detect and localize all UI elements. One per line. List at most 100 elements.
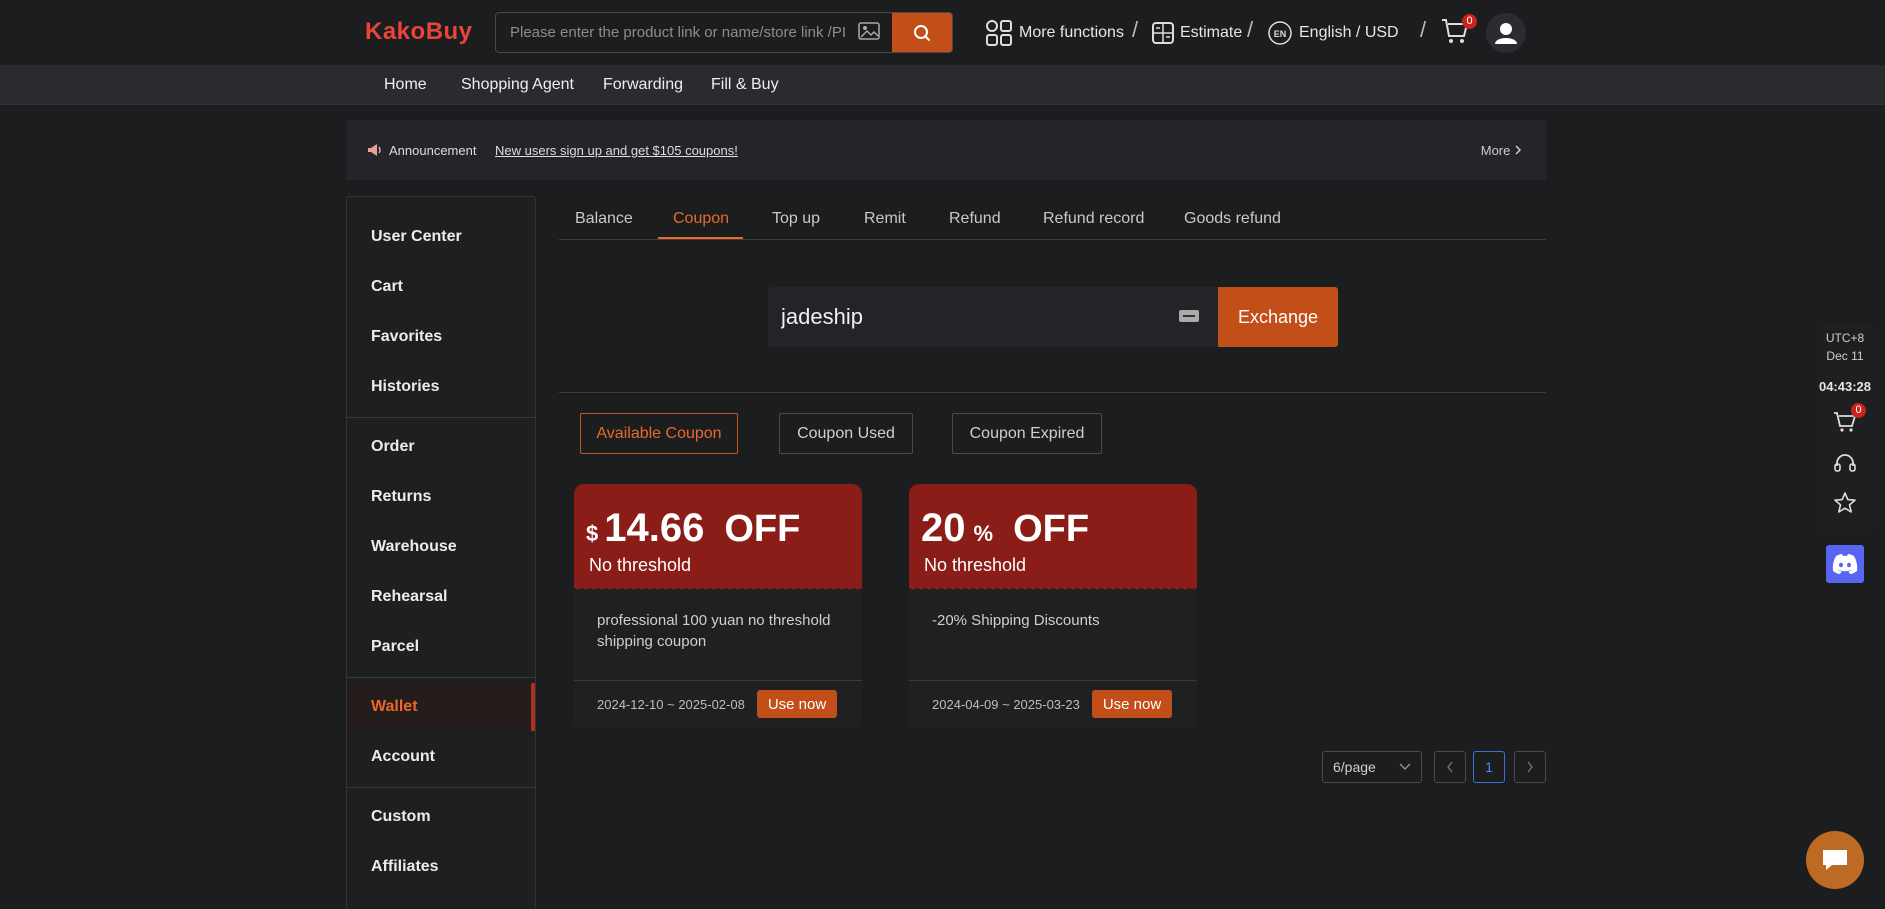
- date-label: Dec 11: [1826, 349, 1864, 363]
- sidebar-divider: [347, 677, 535, 678]
- tab-refund-record[interactable]: Refund record: [1043, 210, 1144, 228]
- clock-time: 04:43:28: [1818, 379, 1872, 394]
- coupon-value: 20: [921, 506, 966, 550]
- sidebar-item-rehearsal[interactable]: Rehearsal: [347, 575, 535, 619]
- page-number-button[interactable]: 1: [1473, 751, 1505, 783]
- chat-bubble-icon: [1823, 850, 1847, 870]
- page-size-label: 6/page: [1333, 759, 1376, 775]
- sidebar-item-favorites[interactable]: Favorites: [347, 315, 535, 359]
- filter-coupon-expired[interactable]: Coupon Expired: [952, 413, 1102, 454]
- coupon-off-label: OFF: [724, 508, 801, 550]
- coupon-value: 14.66: [604, 506, 705, 550]
- coupon-date-range: 2024-04-09 ~ 2025-03-23: [932, 697, 1080, 712]
- tab-goods-refund[interactable]: Goods refund: [1184, 210, 1281, 228]
- search-icon: [914, 24, 931, 41]
- filter-coupon-used[interactable]: Coupon Used: [779, 413, 913, 454]
- chat-button[interactable]: [1806, 831, 1864, 889]
- search-button[interactable]: [892, 13, 952, 52]
- tab-coupon[interactable]: Coupon: [673, 210, 729, 228]
- language-currency-selector[interactable]: EN English / USD: [1267, 17, 1399, 49]
- grid-icon: [986, 20, 1012, 46]
- coupon-scallop-edge: [574, 584, 862, 590]
- page-size-select[interactable]: 6/page: [1322, 751, 1422, 783]
- star-icon: [1834, 492, 1856, 513]
- tab-balance[interactable]: Balance: [575, 210, 633, 228]
- sidebar-item-affiliates[interactable]: Affiliates: [347, 845, 535, 889]
- sidebar-divider: [347, 787, 535, 788]
- announcement-label: Announcement: [389, 143, 477, 158]
- image-search-icon[interactable]: [858, 22, 882, 42]
- megaphone-icon: [368, 144, 381, 156]
- tab-remit[interactable]: Remit: [864, 210, 906, 228]
- menu-shopping-agent[interactable]: Shopping Agent: [461, 76, 574, 94]
- sidebar-item-histories[interactable]: Histories: [347, 365, 535, 409]
- more-label: More: [1480, 143, 1511, 158]
- coupon-amount: $14.66 OFF: [586, 506, 800, 551]
- sidebar-item-user-center[interactable]: User Center: [347, 215, 535, 259]
- user-icon: [1495, 23, 1517, 44]
- discord-icon: [1832, 554, 1858, 574]
- separator: /: [1132, 17, 1139, 42]
- sidebar-divider: [347, 417, 535, 418]
- menu-forwarding[interactable]: Forwarding: [603, 76, 683, 94]
- coupon-off-label: OFF: [1013, 508, 1090, 550]
- more-functions-link[interactable]: More functions: [985, 17, 1124, 49]
- chevron-left-icon: [1447, 761, 1453, 773]
- announcement-more-link[interactable]: More: [1481, 143, 1522, 158]
- separator: /: [1420, 17, 1427, 42]
- exchange-button[interactable]: Exchange: [1218, 287, 1338, 347]
- use-now-button[interactable]: Use now: [757, 690, 837, 718]
- coupon-amount: 20% OFF: [921, 506, 1089, 551]
- chevron-right-icon: [1527, 761, 1533, 773]
- sidebar-item-account[interactable]: Account: [347, 735, 535, 779]
- estimate-link[interactable]: Estimate: [1152, 17, 1242, 49]
- tab-top-up[interactable]: Top up: [772, 210, 820, 228]
- svg-text:EN: EN: [1274, 29, 1287, 39]
- customer-service-button[interactable]: [1834, 453, 1856, 478]
- announcement-link[interactable]: New users sign up and get $105 coupons!: [495, 143, 738, 158]
- floating-cart-button[interactable]: 0: [1833, 403, 1866, 438]
- coupon-description: -20% Shipping Discounts: [932, 612, 1100, 629]
- prev-page-button[interactable]: [1434, 751, 1466, 783]
- timezone-label: UTC+8: [1825, 331, 1865, 345]
- discord-button[interactable]: [1826, 545, 1864, 583]
- main-menu-bar: Home Shopping Agent Forwarding Fill & Bu…: [0, 65, 1885, 105]
- menu-home[interactable]: Home: [384, 76, 427, 94]
- sidebar-item-parcel[interactable]: Parcel: [347, 625, 535, 669]
- coupon-card: 20% OFF No threshold -20% Shipping Discou…: [909, 484, 1197, 728]
- coupon-code-input[interactable]: [768, 287, 1168, 347]
- cart-button[interactable]: 0: [1440, 14, 1477, 51]
- sidebar-item-order[interactable]: Order: [347, 425, 535, 469]
- coupon-percent-symbol: %: [973, 521, 994, 546]
- account-sidebar: User Center Cart Favorites Histories Ord…: [346, 196, 536, 909]
- user-avatar[interactable]: [1486, 13, 1526, 53]
- floating-toolbar: UTC+8 Dec 11 04:43:28 0: [1816, 325, 1874, 530]
- keyboard-icon[interactable]: [1178, 309, 1200, 328]
- top-header: KakoBuy More functions / Estimate / EN E…: [0, 0, 1885, 65]
- sidebar-item-warehouse[interactable]: Warehouse: [347, 525, 535, 569]
- coupon-code-field: [768, 287, 1218, 347]
- headset-icon: [1834, 454, 1856, 472]
- filter-available-coupon[interactable]: Available Coupon: [580, 413, 738, 454]
- cart-count-badge: 0: [1462, 14, 1477, 29]
- kakobuy-logo[interactable]: KakoBuy: [365, 18, 473, 46]
- next-page-button[interactable]: [1514, 751, 1546, 783]
- favorite-button[interactable]: [1833, 491, 1857, 520]
- coupon-description: professional 100 yuan no threshold shipp…: [597, 612, 831, 650]
- sidebar-item-custom[interactable]: Custom: [347, 795, 535, 839]
- menu-fill-buy[interactable]: Fill & Buy: [711, 76, 779, 94]
- coupon-divider: [574, 680, 862, 681]
- tab-refund[interactable]: Refund: [949, 210, 1001, 228]
- coupon-card: $14.66 OFF No threshold professional 100 …: [574, 484, 862, 728]
- use-now-button[interactable]: Use now: [1092, 690, 1172, 718]
- calculator-icon: [1152, 22, 1174, 44]
- section-divider: [559, 392, 1546, 393]
- more-functions-label: More functions: [1019, 24, 1124, 41]
- chevron-down-icon: [1399, 763, 1411, 770]
- sidebar-item-wallet[interactable]: Wallet: [347, 683, 535, 731]
- chevron-right-icon: [1515, 145, 1522, 155]
- sidebar-item-cart[interactable]: Cart: [347, 265, 535, 309]
- active-tab-indicator: [658, 237, 743, 239]
- product-search-input[interactable]: [496, 13, 856, 52]
- sidebar-item-returns[interactable]: Returns: [347, 475, 535, 519]
